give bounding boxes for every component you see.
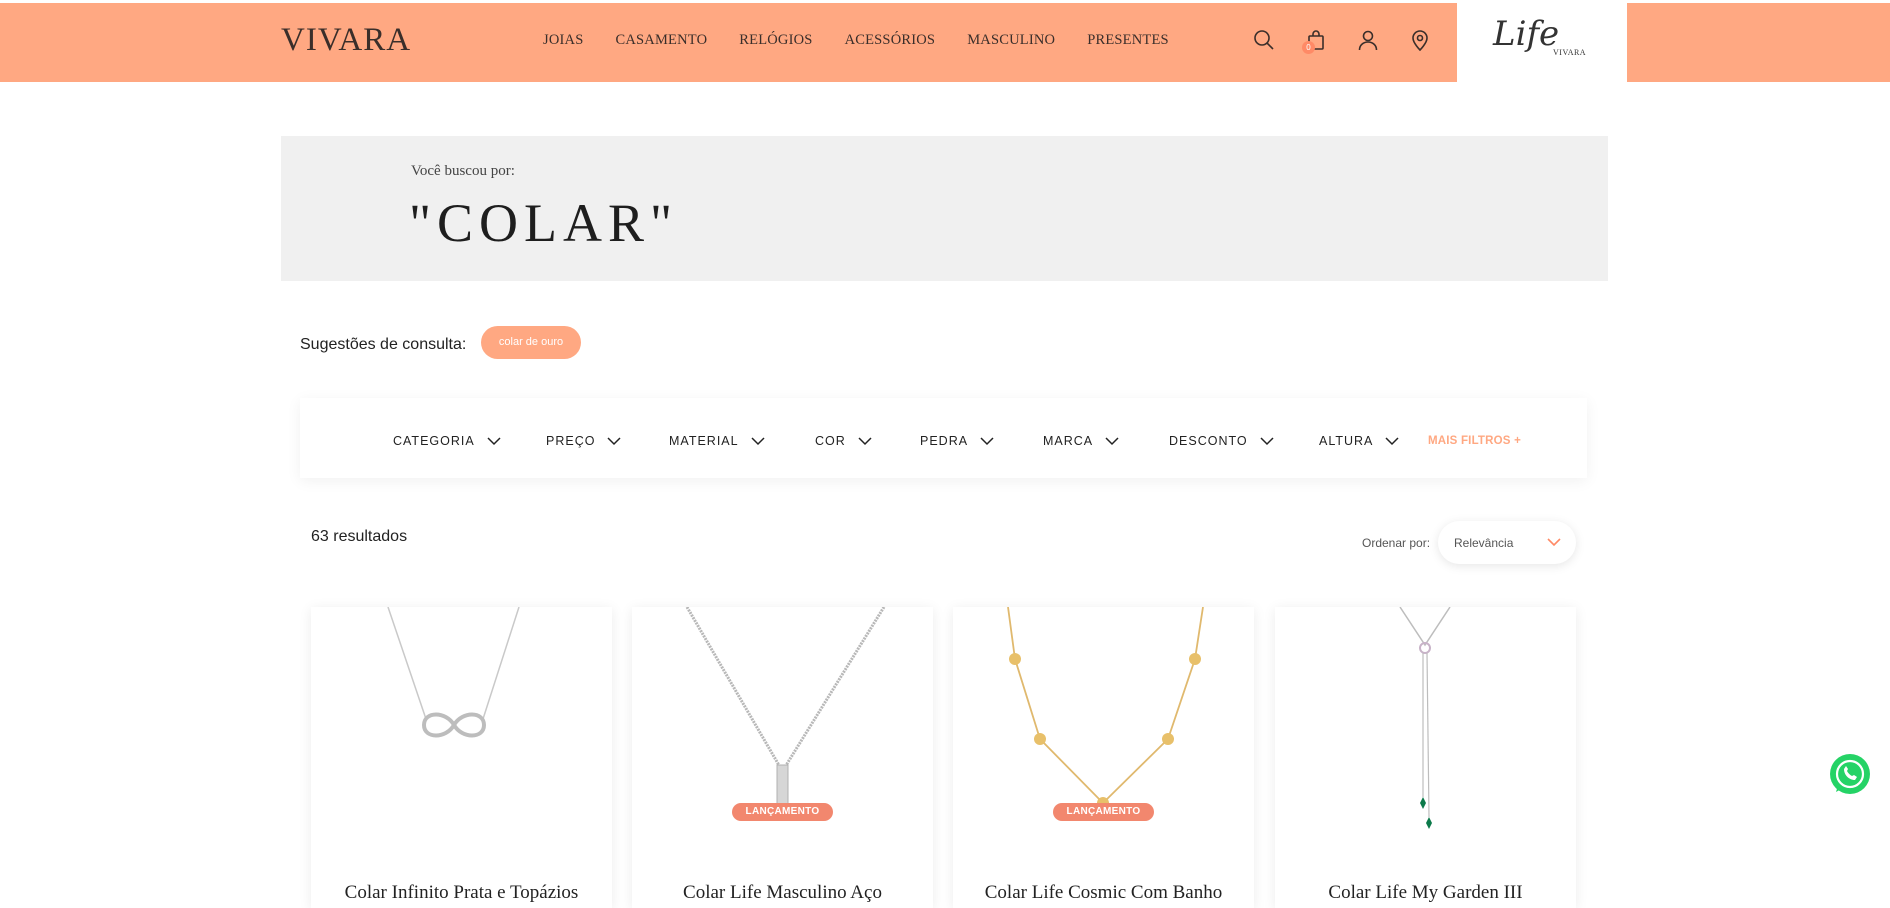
nav-relogios[interactable]: RELÓGIOS <box>739 32 812 49</box>
filter-desconto[interactable]: DESCONTO <box>1169 434 1274 448</box>
launch-badge: LANÇAMENTO <box>732 803 833 821</box>
filter-label: MATERIAL <box>669 434 739 448</box>
product-image <box>387 607 520 738</box>
product-card[interactable]: Colar Life My Garden III <box>1275 607 1576 908</box>
filter-label: ALTURA <box>1319 434 1374 448</box>
filter-label: DESCONTO <box>1169 434 1248 448</box>
chevron-down-icon <box>1105 436 1119 445</box>
product-title[interactable]: Colar Life Cosmic Com Banho <box>953 882 1254 904</box>
sort-select[interactable]: Relevância <box>1438 521 1576 564</box>
filter-material[interactable]: MATERIAL <box>669 434 765 448</box>
filter-label: PREÇO <box>546 434 596 448</box>
chevron-down-icon <box>858 436 872 445</box>
filter-label: PEDRA <box>920 434 969 448</box>
chevron-down-icon <box>1260 436 1274 445</box>
sort-label: Ordenar por: <box>1362 536 1431 550</box>
suggestion-chip[interactable]: colar de ouro <box>481 326 581 359</box>
product-image <box>1399 607 1451 829</box>
chevron-down-icon <box>1547 538 1561 547</box>
filter-bar: CATEGORIA PREÇO MATERIAL COR PEDRA MARCA… <box>300 398 1587 478</box>
life-logo-sub: VIVARA <box>1553 48 1587 57</box>
filter-label: CATEGORIA <box>393 434 475 448</box>
filter-marca[interactable]: MARCA <box>1043 434 1119 448</box>
searched-label: Você buscou por: <box>411 163 515 179</box>
header-icons: 0 <box>1252 28 1460 54</box>
life-logo: Life <box>1493 14 1560 54</box>
filter-categoria[interactable]: CATEGORIA <box>393 434 501 448</box>
product-card[interactable]: Colar Infinito Prata e Topázios <box>311 607 612 908</box>
product-title[interactable]: Colar Infinito Prata e Topázios <box>311 882 612 904</box>
filter-altura[interactable]: ALTURA <box>1319 434 1399 448</box>
cart-count-badge: 0 <box>1302 41 1315 54</box>
filter-label: COR <box>815 434 846 448</box>
cart-icon[interactable]: 0 <box>1302 28 1328 54</box>
nav-masculino[interactable]: MASCULINO <box>967 32 1055 49</box>
location-icon[interactable] <box>1408 28 1432 52</box>
product-card[interactable]: LANÇAMENTO Colar Life Cosmic Com Banho <box>953 607 1254 908</box>
sort-value: Relevância <box>1454 536 1514 550</box>
vivara-logo[interactable]: VIVARA <box>281 22 411 59</box>
suggestions-label: Sugestões de consulta: <box>300 336 467 353</box>
filter-pedra[interactable]: PEDRA <box>920 434 994 448</box>
searched-term: "COLAR" <box>409 193 679 253</box>
filter-preco[interactable]: PREÇO <box>546 434 621 448</box>
chevron-down-icon <box>1385 436 1399 445</box>
user-icon[interactable] <box>1356 28 1380 52</box>
filter-cor[interactable]: COR <box>815 434 872 448</box>
search-icon[interactable] <box>1252 28 1276 52</box>
nav-joias[interactable]: JOIAS <box>543 32 583 49</box>
results-count: 63 resultados <box>311 528 408 545</box>
chevron-down-icon <box>607 436 621 445</box>
chevron-down-icon <box>980 436 994 445</box>
main-nav: JOIAS CASAMENTO RELÓGIOS ACESSÓRIOS MASC… <box>543 32 1201 49</box>
nav-presentes[interactable]: PRESENTES <box>1087 32 1169 49</box>
product-card[interactable]: LANÇAMENTO Colar Life Masculino Aço <box>632 607 933 908</box>
product-title[interactable]: Colar Life Masculino Aço <box>632 882 933 904</box>
nav-acessorios[interactable]: ACESSÓRIOS <box>845 32 936 49</box>
chevron-down-icon <box>487 436 501 445</box>
nav-casamento[interactable]: CASAMENTO <box>615 32 707 49</box>
filter-label: MARCA <box>1043 434 1094 448</box>
whatsapp-icon[interactable] <box>1827 752 1873 798</box>
product-title[interactable]: Colar Life My Garden III <box>1275 882 1576 904</box>
launch-badge: LANÇAMENTO <box>1053 803 1154 821</box>
chevron-down-icon <box>751 436 765 445</box>
more-filters-button[interactable]: MAIS FILTROS + <box>1428 435 1521 447</box>
